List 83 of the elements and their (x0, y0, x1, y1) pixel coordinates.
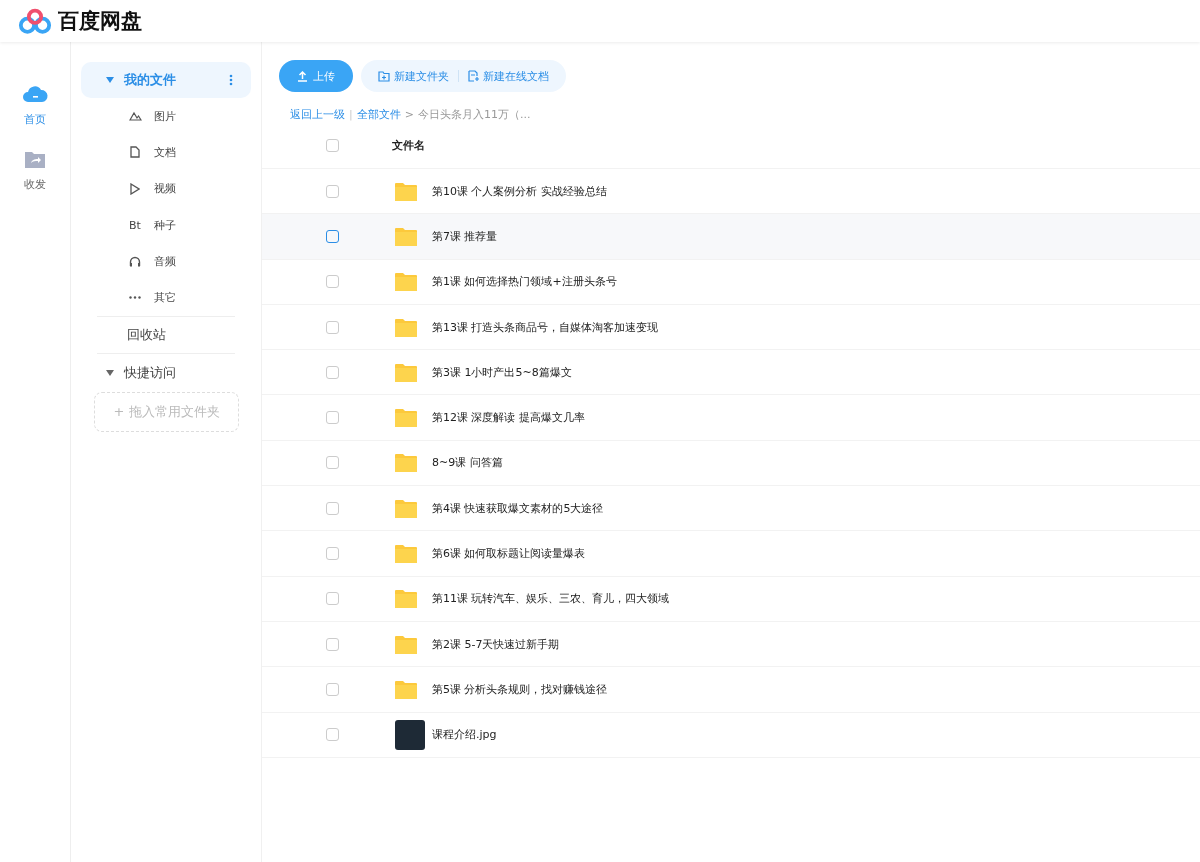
folder-icon (395, 317, 417, 337)
folder-icon (395, 408, 417, 428)
more-icon (229, 74, 233, 86)
caret-icon (106, 369, 114, 376)
file-name[interactable]: 第6课 如何取标题让阅读量爆表 (432, 546, 586, 561)
current-folder: 今日头条月入11万（... (417, 106, 531, 122)
document-plus-icon (468, 70, 479, 82)
headphones-icon (129, 255, 141, 267)
file-row[interactable]: 课程介绍.jpg (262, 712, 1200, 758)
row-checkbox[interactable] (325, 184, 339, 198)
row-checkbox[interactable] (325, 320, 339, 334)
category-item[interactable]: Bt 种子 (81, 206, 251, 244)
folder-icon (395, 679, 417, 699)
rail-item[interactable]: 收发 (24, 149, 46, 192)
file-row[interactable]: 第2课 5-7天快速过新手期 (262, 621, 1200, 668)
folder-icon (395, 362, 417, 382)
folder-icon (395, 453, 417, 473)
breadcrumb-arrow: > (404, 107, 414, 121)
file-row[interactable]: 第12课 深度解读 提高爆文几率 (262, 395, 1200, 441)
row-checkbox[interactable] (325, 682, 339, 696)
file-name[interactable]: 课程介绍.jpg (432, 727, 497, 743)
row-checkbox[interactable] (325, 547, 339, 560)
category-item[interactable]: 图片 (81, 98, 251, 135)
folder-icon (395, 544, 417, 563)
category-item[interactable]: 音频 (81, 243, 251, 280)
row-checkbox[interactable] (325, 637, 339, 651)
folder-plus-icon (378, 70, 390, 82)
row-checkbox[interactable] (325, 411, 339, 425)
folder-icon (395, 272, 417, 292)
file-name[interactable]: 第1课 如何选择热门领域+注册头条号 (432, 274, 617, 290)
image-thumbnail (395, 719, 425, 750)
mountain-icon (128, 111, 142, 122)
file-row[interactable]: 第1课 如何选择热门领域+注册头条号 (262, 259, 1200, 305)
row-checkbox[interactable] (325, 229, 339, 243)
ellipsis-icon (129, 296, 141, 300)
caret-icon (106, 77, 114, 83)
folder-icon (395, 226, 417, 246)
file-name[interactable]: 第12课 深度解读 提高爆文几率 (432, 410, 585, 426)
column-header[interactable]: 文件名 (392, 137, 425, 153)
file-name[interactable]: 第2课 5-7天快速过新手期 (432, 636, 560, 652)
select-all-checkbox[interactable] (325, 138, 339, 152)
bt-icon: Bt (129, 218, 141, 232)
file-name[interactable]: 8~9课 问答篇 (432, 455, 503, 471)
upload-icon (297, 70, 308, 82)
file-row[interactable]: 第3课 1小时产出5~8篇爆文 (262, 350, 1200, 396)
category-item[interactable]: 其它 (81, 279, 251, 316)
folder-icon (395, 589, 417, 609)
file-name[interactable]: 第7课 推荐量 (432, 228, 498, 244)
breadcrumb-separator: | (349, 107, 353, 121)
play-icon (130, 182, 140, 195)
back-link[interactable]: 返回上一级 (290, 106, 345, 122)
file-name[interactable]: 第13课 打造头条商品号，自媒体淘客加速变现 (432, 319, 659, 335)
category-item[interactable]: 视频 (81, 170, 251, 207)
recycle-bin-item[interactable]: 回收站 (81, 316, 251, 353)
file-name[interactable]: 第11课 玩转汽车、娱乐、三农、育儿，四大领域 (432, 591, 670, 607)
file-row[interactable]: 第13课 打造头条商品号，自媒体淘客加速变现 (262, 304, 1200, 351)
file-name[interactable]: 第4课 快速获取爆文素材的5大途径 (432, 500, 604, 516)
file-row[interactable]: 第4课 快速获取爆文素材的5大途径 (262, 486, 1200, 532)
file-row[interactable]: 第6课 如何取标题让阅读量爆表 (262, 531, 1200, 577)
folder-icon (395, 181, 417, 201)
quick-access-item[interactable]: 快捷访问 (81, 353, 251, 392)
all-files-link[interactable]: 全部文件 (356, 106, 401, 122)
row-checkbox[interactable] (325, 365, 339, 379)
file-name[interactable]: 第5课 分析头条规则，找对赚钱途径 (432, 681, 608, 697)
folder-icon (395, 498, 417, 518)
file-row[interactable]: 8~9课 问答篇 (262, 440, 1200, 487)
folder-icon (395, 634, 417, 654)
row-checkbox[interactable] (325, 456, 339, 470)
file-name[interactable]: 第3课 1小时产出5~8篇爆文 (432, 364, 572, 380)
logo-icon (18, 7, 52, 35)
category-item[interactable]: 文档 (81, 134, 251, 171)
file-row[interactable]: 第11课 玩转汽车、娱乐、三农、育儿，四大领域 (262, 576, 1200, 622)
row-checkbox[interactable] (325, 275, 339, 289)
file-name[interactable]: 第10课 个人案例分析 实战经验总结 (432, 183, 607, 199)
file-row[interactable]: 第5课 分析头条规则，找对赚钱途径 (262, 667, 1200, 713)
folder-share-icon (24, 149, 46, 169)
row-checkbox[interactable] (325, 728, 339, 742)
file-row[interactable]: 第7课 推荐量 (262, 214, 1200, 260)
rail-item[interactable]: 首页 (22, 82, 48, 127)
app-title: 百度网盘 (58, 8, 142, 35)
row-checkbox[interactable] (325, 501, 339, 515)
row-checkbox[interactable] (325, 592, 339, 606)
document-icon (130, 146, 140, 159)
